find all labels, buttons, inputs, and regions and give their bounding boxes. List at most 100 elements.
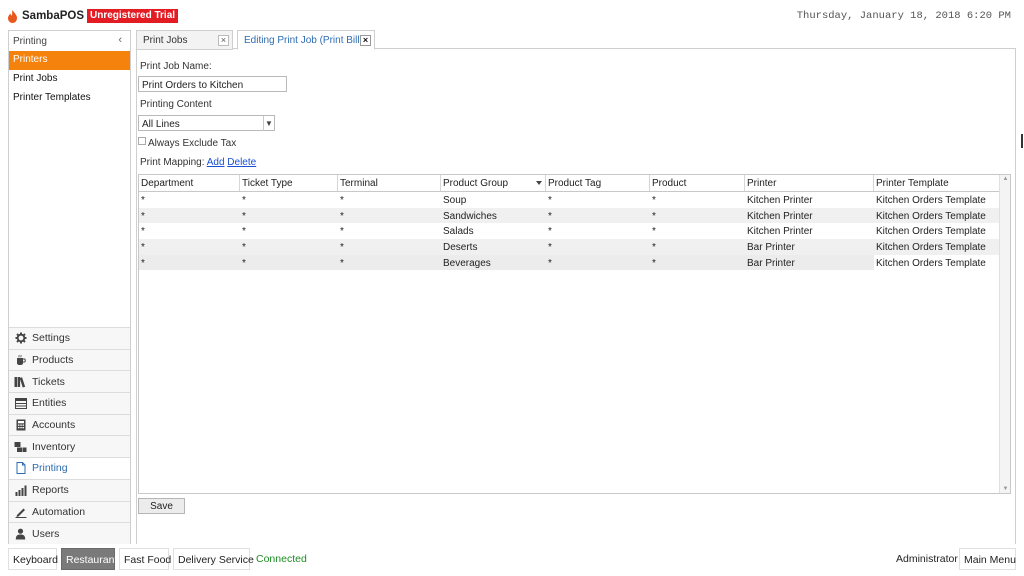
datetime-display: Thursday, January 18, 2018 6:20 PM [796,10,1011,22]
cell-printer[interactable]: Bar Printer [745,255,874,271]
cell-product-tag[interactable]: * [546,192,650,208]
column-header-printer[interactable]: Printer [745,175,874,191]
table-row[interactable]: * * * Beverages * * Bar Printer Kitchen Orders … [139,254,1001,271]
cell-printer-template[interactable]: Kitchen Orders Template [874,223,1001,239]
cell-terminal[interactable]: * [338,255,441,271]
cell-terminal[interactable]: * [338,223,441,239]
cell-product[interactable]: * [650,192,745,208]
print-job-editor: Print Job Name: Print Orders to Kitchen … [136,49,1016,544]
close-icon[interactable]: × [360,35,371,46]
nav-products[interactable]: Products [9,348,130,371]
user-icon [14,528,27,540]
table-row[interactable]: * * * Salads * * Kitchen Printer Kitchen Orders… [139,223,1001,239]
cell-ticket-type[interactable]: * [240,223,338,239]
nav-automation-label: Automation [32,505,86,518]
cell-department[interactable]: * [139,223,240,239]
always-exclude-tax-checkbox[interactable] [138,137,146,145]
cell-product-group[interactable]: Salads [441,223,546,239]
cell-product[interactable]: * [650,208,745,224]
tab-print-jobs-label: Print Jobs [143,35,188,46]
cell-product-tag[interactable]: * [546,223,650,239]
cell-terminal[interactable]: * [338,208,441,224]
column-header-ticket-type[interactable]: Ticket Type [240,175,338,191]
cell-department[interactable]: * [139,255,240,271]
nav-tickets[interactable]: Tickets [9,370,130,393]
cell-product[interactable]: * [650,239,745,255]
cell-terminal[interactable]: * [338,192,441,208]
tab-editing-print-job[interactable]: Editing Print Job (Print Bill) × [237,30,375,50]
fast-food-button[interactable]: Fast Food [119,548,171,570]
cell-product-group[interactable]: Sandwiches [441,208,546,224]
column-header-product-group[interactable]: Product Group [441,175,546,191]
cell-department[interactable]: * [139,208,240,224]
sort-descending-icon [536,181,542,185]
column-header-product[interactable]: Product [650,175,745,191]
column-header-printer-template[interactable]: Printer Template [874,175,1001,191]
cell-ticket-type[interactable]: * [240,208,338,224]
cell-ticket-type[interactable]: * [240,239,338,255]
nav-entities-label: Entities [32,397,67,410]
nav-settings-label: Settings [32,332,70,345]
sidebar-item-printers[interactable]: Printers [9,51,130,70]
cell-terminal[interactable]: * [338,239,441,255]
cell-printer[interactable]: Kitchen Printer [745,192,874,208]
close-icon[interactable]: × [218,35,229,46]
table-icon [14,397,27,409]
main-menu-button[interactable]: Main Menu [959,548,1016,570]
nav-reports[interactable]: Reports [9,478,130,501]
sidebar-item-print-jobs[interactable]: Print Jobs [9,70,130,89]
keyboard-button[interactable]: Keyboard [8,548,58,570]
cell-product-tag[interactable]: * [546,255,650,271]
nav-accounts-label: Accounts [32,419,76,432]
cell-department[interactable]: * [139,192,240,208]
cell-printer-template[interactable]: Kitchen Orders Template [874,208,1001,224]
print-job-name-input[interactable]: Print Orders to Kitchen [138,76,287,92]
sidebar: Printing ‹ Printers Print Jobs Printer T… [8,30,131,544]
add-mapping-link[interactable]: Add [207,157,225,168]
cell-product[interactable]: * [650,255,745,271]
flame-logo-icon [8,9,17,23]
column-header-department[interactable]: Department [139,175,240,191]
table-row[interactable]: * * * Soup * * Kitchen Printer Kitchen Orders T… [139,192,1001,208]
nav-accounts[interactable]: Accounts [9,413,130,436]
books-icon [14,376,27,388]
tab-print-jobs[interactable]: Print Jobs × [136,30,233,50]
cell-product-tag[interactable]: * [546,208,650,224]
cell-product-tag[interactable]: * [546,239,650,255]
restaurant-button[interactable]: Restaurant [61,548,117,570]
cell-ticket-type[interactable]: * [240,255,338,271]
scroll-up-icon[interactable]: ▲ [1001,175,1010,183]
cell-printer[interactable]: Kitchen Printer [745,223,874,239]
printing-content-select[interactable]: All Lines ▼ [138,115,275,131]
cell-department[interactable]: * [139,239,240,255]
cell-printer-template[interactable]: Kitchen Orders Template [874,239,1001,255]
cell-product-group[interactable]: Soup [441,192,546,208]
cell-printer[interactable]: Bar Printer [745,239,874,255]
column-header-product-group-label: Product Group [443,178,509,189]
sidebar-item-printer-templates[interactable]: Printer Templates [9,89,130,108]
save-button[interactable]: Save [138,498,185,514]
cell-product-group[interactable]: Beverages [441,255,546,271]
cell-product-group[interactable]: Deserts [441,239,546,255]
nav-users[interactable]: Users [9,522,130,544]
delete-mapping-link[interactable]: Delete [227,157,256,168]
nav-inventory[interactable]: Inventory [9,435,130,458]
cell-ticket-type[interactable]: * [240,192,338,208]
collapse-chevron-icon[interactable]: ‹ [118,34,122,46]
nav-entities[interactable]: Entities [9,392,130,414]
cell-printer-template[interactable]: Kitchen Orders Template [874,192,1001,208]
column-header-terminal[interactable]: Terminal [338,175,441,191]
scroll-down-icon[interactable]: ▼ [1001,485,1010,493]
nav-settings[interactable]: Settings [9,327,130,349]
nav-printing[interactable]: Printing [9,457,130,479]
vertical-scrollbar[interactable]: ▲ ▼ [999,175,1010,493]
document-tabs: Print Jobs × Editing Print Job (Print Bi… [136,30,1016,50]
cell-printer-template[interactable]: Kitchen Orders Template [874,254,1001,271]
delivery-service-button[interactable]: Delivery Service [173,548,254,570]
table-row[interactable]: * * * Deserts * * Bar Printer Kitchen Orders Te… [139,239,1001,255]
nav-automation[interactable]: Automation [9,500,130,523]
table-row[interactable]: * * * Sandwiches * * Kitchen Printer Kitchen Or… [139,207,1001,224]
cell-product[interactable]: * [650,223,745,239]
column-header-product-tag[interactable]: Product Tag [546,175,650,191]
cell-printer[interactable]: Kitchen Printer [745,208,874,224]
